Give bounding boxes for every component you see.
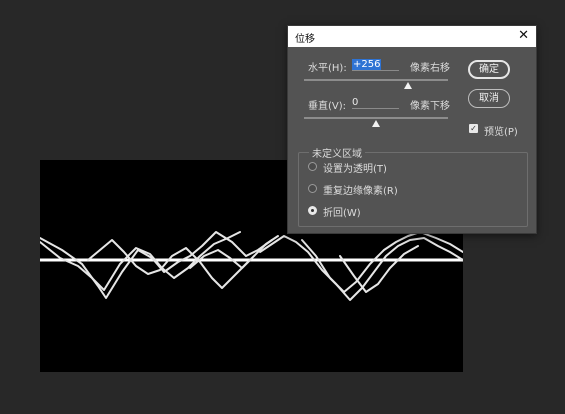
- undefined-area-label: 未定义区域: [309, 145, 365, 160]
- radio-wrap-around[interactable]: [308, 206, 317, 215]
- horizontal-slider-thumb[interactable]: [403, 82, 412, 89]
- radio-transparent-label[interactable]: 设置为透明(T): [323, 160, 387, 175]
- radio-transparent[interactable]: [308, 162, 317, 171]
- vertical-offset-input[interactable]: 0: [352, 96, 399, 109]
- undefined-area-group: 未定义区域 设置为透明(T) 重复边缘像素(R) 折回(W): [298, 145, 528, 227]
- vertical-slider-thumb[interactable]: [372, 120, 380, 127]
- offset-dialog: 位移 ✕ 水平(H): +256 像素右移 垂直(V): 0 像素下移 确定 取…: [287, 25, 537, 234]
- horizontal-slider-track[interactable]: [304, 79, 448, 81]
- ok-button[interactable]: 确定: [468, 60, 510, 79]
- preview-checkbox[interactable]: ✓: [469, 124, 478, 133]
- preview-label[interactable]: 预览(P): [484, 123, 518, 138]
- dialog-title: 位移: [295, 34, 315, 45]
- vertical-slider-track[interactable]: [304, 117, 448, 119]
- horizontal-label: 水平(H):: [308, 63, 347, 74]
- horizontal-offset-input[interactable]: +256: [352, 58, 399, 71]
- close-icon[interactable]: ✕: [518, 28, 529, 43]
- cancel-button[interactable]: 取消: [468, 89, 510, 108]
- radio-repeat-edge[interactable]: [308, 184, 317, 193]
- radio-wrap-around-label[interactable]: 折回(W): [323, 204, 361, 219]
- dialog-titlebar[interactable]: 位移 ✕: [288, 26, 536, 47]
- horizontal-unit: 像素右移: [410, 63, 450, 74]
- horizontal-offset-value: +256: [352, 59, 382, 70]
- vertical-label: 垂直(V):: [308, 101, 347, 112]
- radio-repeat-edge-label[interactable]: 重复边缘像素(R): [323, 182, 398, 197]
- vertical-unit: 像素下移: [410, 101, 450, 112]
